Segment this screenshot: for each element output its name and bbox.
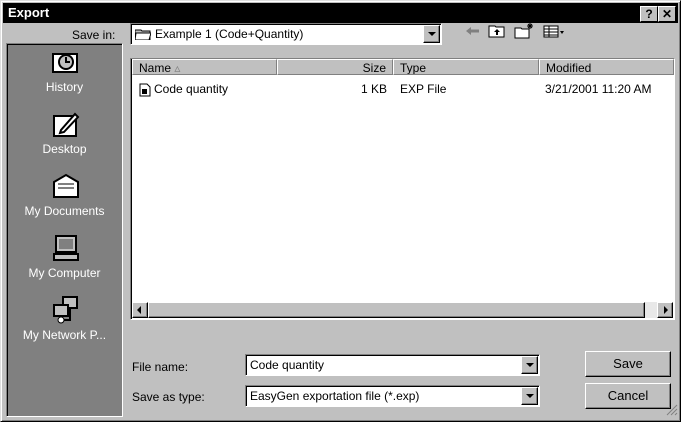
place-my-network[interactable]: My Network P...	[7, 294, 122, 354]
file-size-cell: 1 KB	[360, 82, 387, 96]
place-desktop[interactable]: Desktop	[7, 108, 122, 168]
column-name-label: Name	[139, 61, 172, 75]
arrow-right-icon	[664, 306, 668, 314]
file-name-cell: Code quantity	[154, 82, 229, 96]
horizontal-scrollbar[interactable]	[132, 302, 673, 318]
save-button[interactable]: Save	[585, 351, 671, 377]
places-bar: History Desktop My Documents My Computer…	[6, 43, 123, 417]
scroll-thumb[interactable]	[148, 302, 645, 318]
resize-grip-icon[interactable]	[666, 404, 678, 419]
save-as-type-label: Save as type:	[132, 390, 205, 404]
my-computer-icon	[51, 234, 81, 262]
save-in-value: Example 1 (Code+Quantity)	[155, 27, 304, 41]
save-as-type-dropdown-button[interactable]	[521, 387, 538, 405]
place-label: My Computer	[28, 266, 101, 280]
title-bar[interactable]: Export ? ✕	[3, 3, 678, 23]
column-header-modified[interactable]: Modified	[539, 59, 674, 75]
my-documents-icon	[51, 172, 81, 200]
help-button[interactable]: ?	[640, 6, 658, 22]
close-button[interactable]: ✕	[658, 6, 676, 22]
cancel-button[interactable]: Cancel	[585, 383, 671, 409]
save-as-type-combo[interactable]: EasyGen exportation file (*.exp)	[245, 385, 540, 407]
new-folder-icon[interactable]	[513, 21, 533, 41]
column-header-name[interactable]: Name ▵	[132, 59, 277, 75]
chevron-down-icon	[526, 363, 534, 367]
file-name-label: File name:	[132, 360, 189, 374]
export-dialog: Export ? ✕ Save in: Example 1 (Code+Quan…	[0, 0, 681, 422]
view-menu-icon[interactable]	[542, 21, 566, 41]
sort-ascending-icon: ▵	[174, 61, 181, 75]
chevron-down-icon	[526, 394, 534, 398]
up-folder-icon[interactable]	[487, 21, 507, 41]
file-icon	[139, 83, 151, 100]
window-title: Export	[8, 5, 50, 20]
folder-icon	[134, 28, 152, 43]
place-label: My Network P...	[22, 328, 107, 342]
arrow-left-icon	[137, 306, 141, 314]
file-name-combo[interactable]: Code quantity	[245, 354, 540, 376]
file-modified-cell: 3/21/2001 11:20 AM	[545, 82, 652, 96]
place-label: My Documents	[24, 204, 105, 218]
save-in-label: Save in:	[72, 28, 116, 42]
scroll-right-button[interactable]	[657, 302, 673, 318]
chevron-down-icon	[428, 32, 436, 36]
column-header-size[interactable]: Size	[277, 59, 393, 75]
column-header-type[interactable]: Type	[393, 59, 539, 75]
place-label: Desktop	[42, 142, 87, 156]
history-icon	[51, 48, 81, 76]
desktop-icon	[51, 110, 81, 138]
place-history[interactable]: History	[7, 46, 122, 106]
file-type-cell: EXP File	[400, 82, 447, 96]
file-list[interactable]: Name ▵ Size Type Modified Code quantity …	[130, 58, 675, 320]
scroll-left-button[interactable]	[132, 302, 148, 318]
place-my-documents[interactable]: My Documents	[7, 170, 122, 230]
back-arrow-icon[interactable]	[463, 21, 483, 41]
place-my-computer[interactable]: My Computer	[7, 232, 122, 292]
save-in-combo[interactable]: Example 1 (Code+Quantity)	[130, 23, 442, 45]
file-name-input[interactable]: Code quantity	[250, 358, 324, 372]
file-name-dropdown-button[interactable]	[521, 356, 538, 374]
place-label: History	[45, 80, 84, 94]
my-network-places-icon	[51, 296, 81, 324]
save-as-type-value: EasyGen exportation file (*.exp)	[250, 389, 420, 403]
save-in-dropdown-button[interactable]	[423, 25, 440, 43]
